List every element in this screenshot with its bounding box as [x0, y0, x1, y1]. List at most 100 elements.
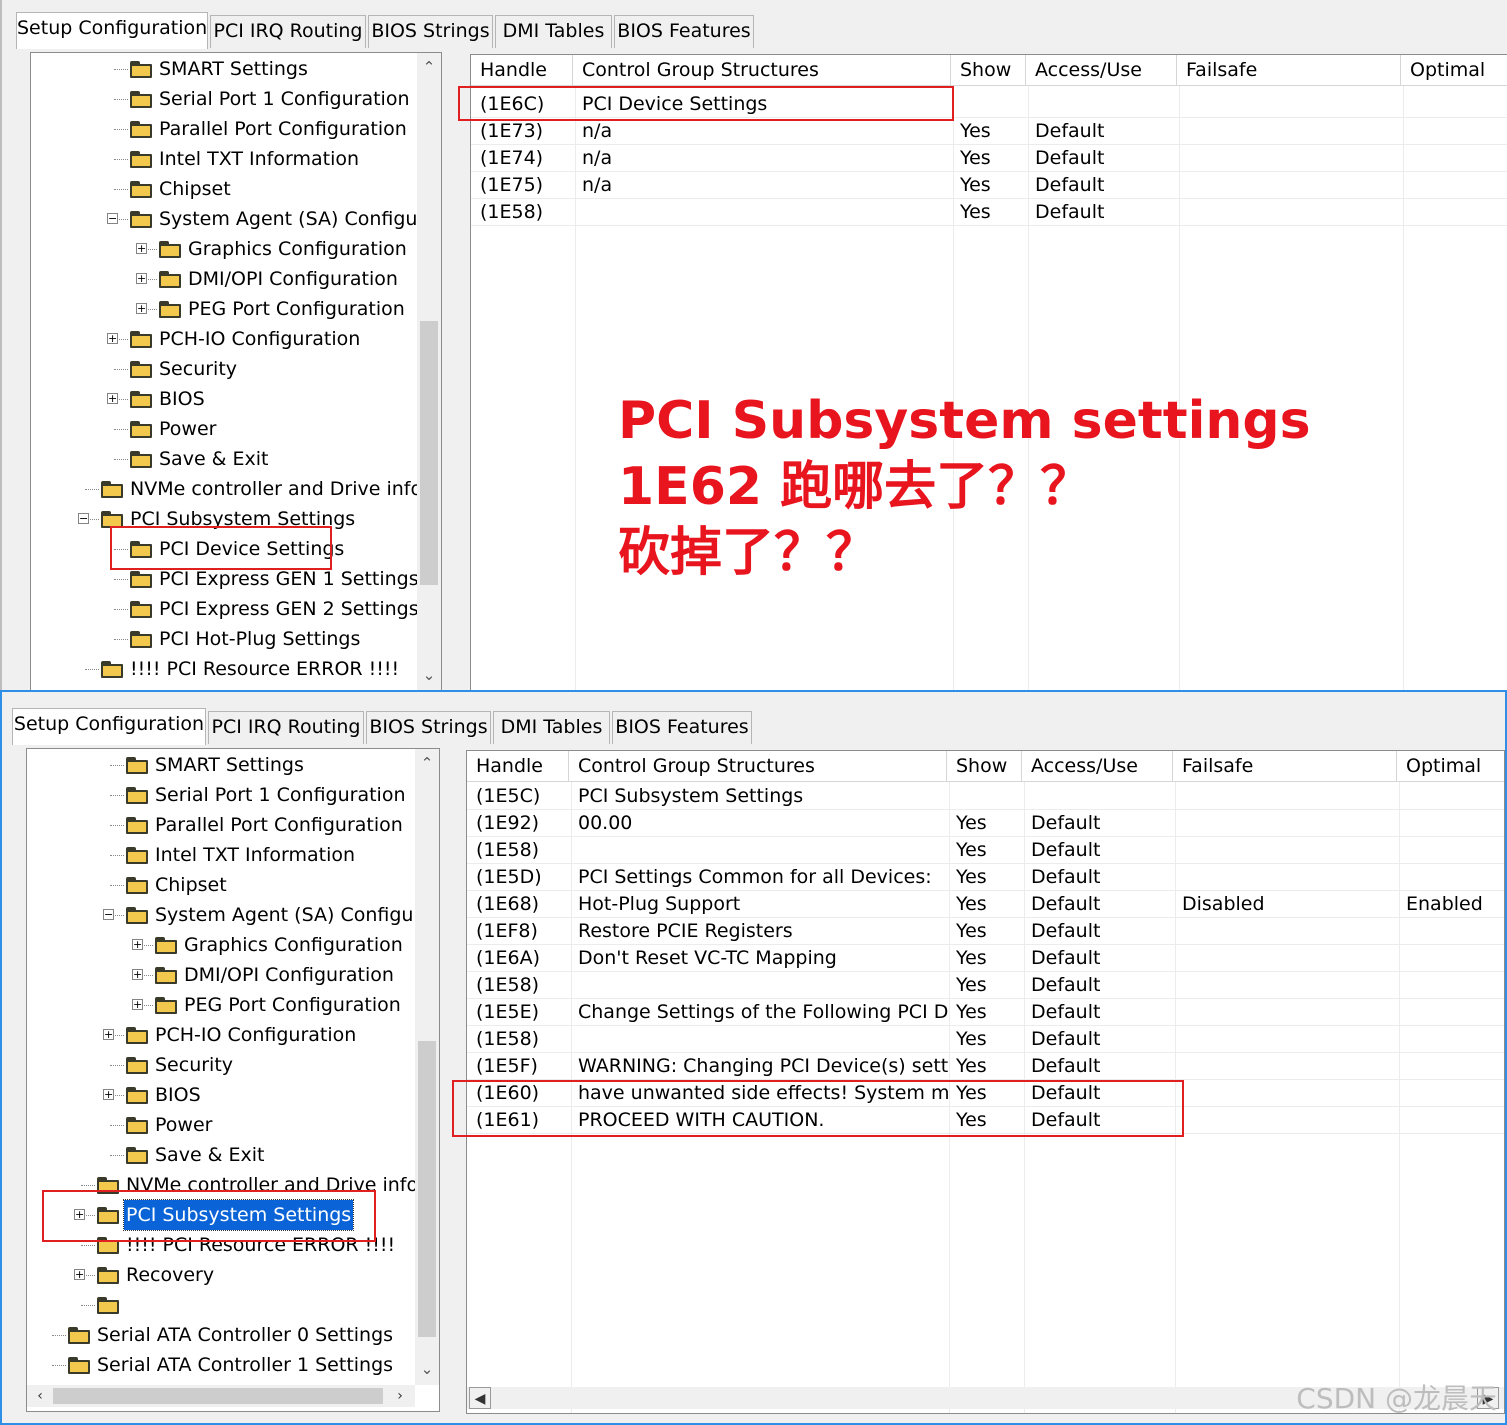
bottom-tree-scroll-thumb[interactable] — [418, 1041, 436, 1337]
tree-item[interactable]: Intel TXT Information — [31, 144, 417, 174]
tree-item[interactable]: + DMI/OPI Configuration — [27, 960, 413, 990]
scroll-up-icon[interactable]: ⌃ — [417, 55, 441, 79]
tree-item[interactable]: Chipset — [27, 870, 413, 900]
tab-pci-irq-routing[interactable]: PCI IRQ Routing — [208, 711, 364, 744]
tree-item[interactable]: + PCH-IO Configuration — [31, 324, 417, 354]
tab-dmi-tables[interactable]: DMI Tables — [493, 711, 610, 744]
tree-item[interactable]: Security — [31, 354, 417, 384]
tree-item[interactable]: − System Agent (SA) Configuration — [31, 204, 441, 234]
collapse-minus-icon[interactable]: − — [78, 513, 89, 524]
tree-item[interactable]: SMART Settings — [31, 54, 417, 84]
column-header-failsafe[interactable]: Failsafe — [1177, 55, 1401, 86]
tree-item[interactable] — [27, 1290, 413, 1320]
table-row[interactable]: (1E60) have unwanted side effects! System… — [467, 1080, 1504, 1107]
column-header-optimal[interactable]: Optimal — [1397, 751, 1504, 782]
tree-item[interactable]: PCI Express GEN 2 Settings — [31, 594, 419, 624]
tab-bios-features[interactable]: BIOS Features — [612, 711, 752, 744]
column-header-access-use[interactable]: Access/Use — [1022, 751, 1173, 782]
tree-item[interactable]: + BIOS — [27, 1080, 413, 1110]
expand-plus-icon[interactable]: + — [136, 303, 147, 314]
tree-item[interactable]: Serial Port 1 Configuration — [31, 84, 417, 114]
tree-item[interactable]: PCI Hot-Plug Settings — [31, 624, 417, 654]
tree-item[interactable]: Power — [31, 414, 417, 444]
tree-item[interactable]: + PCI Subsystem Settings — [27, 1199, 413, 1231]
tree-item[interactable]: + BIOS — [31, 384, 417, 414]
tree-item[interactable]: + Graphics Configuration — [27, 930, 413, 960]
scroll-left-icon[interactable]: ◀ — [469, 1387, 491, 1409]
expand-plus-icon[interactable]: + — [132, 969, 143, 980]
bottom-data-grid[interactable]: Handle Control Group Structures Show Access… — [466, 750, 1505, 1414]
column-header-failsafe[interactable]: Failsafe — [1173, 751, 1397, 782]
tree-item[interactable]: NVMe controller and Drive information — [31, 474, 441, 504]
scroll-down-icon[interactable]: ⌄ — [417, 663, 441, 687]
collapse-minus-icon[interactable]: − — [107, 213, 118, 224]
tree-item[interactable]: Parallel Port Configuration — [27, 810, 413, 840]
table-row[interactable]: (1E5D) PCI Settings Common for all Device… — [467, 864, 1504, 891]
tree-item[interactable]: + PEG Port Configuration — [27, 990, 413, 1020]
tree-item[interactable]: Power — [27, 1110, 413, 1140]
scroll-right-icon[interactable]: › — [389, 1385, 411, 1407]
scroll-up-icon[interactable]: ⌃ — [415, 751, 439, 775]
column-header-access-use[interactable]: Access/Use — [1026, 55, 1177, 86]
tree-item[interactable]: Security — [27, 1050, 413, 1080]
tree-item[interactable]: !!!! PCI Resource ERROR !!!! — [27, 1230, 413, 1260]
tree-item[interactable]: !!!! PCI Resource ERROR !!!! — [31, 654, 417, 684]
tree-item[interactable]: + Graphics Configuration — [31, 234, 417, 264]
top-setup-tree[interactable]: SMART Settings Serial Port 1 Configuratio… — [30, 52, 442, 690]
column-header-show[interactable]: Show — [951, 55, 1026, 86]
table-row[interactable]: (1E58) Yes Default — [467, 1026, 1504, 1053]
table-row[interactable]: (1EF8) Restore PCIE Registers Yes Default — [467, 918, 1504, 945]
expand-plus-icon[interactable]: + — [103, 1089, 114, 1100]
table-row[interactable]: (1E5F) WARNING: Changing PCI Device(s) se… — [467, 1053, 1504, 1080]
expand-plus-icon[interactable]: + — [103, 1029, 114, 1040]
bottom-tree-vscrollbar[interactable]: ⌃ ⌄ — [415, 749, 439, 1385]
tree-item[interactable]: PCI Device Settings — [31, 534, 417, 564]
expand-plus-icon[interactable]: + — [107, 333, 118, 344]
expand-plus-icon[interactable]: + — [74, 1209, 85, 1220]
expand-plus-icon[interactable]: + — [132, 939, 143, 950]
tab-setup-configuration[interactable]: Setup Configuration — [16, 12, 208, 49]
bottom-tree-hscroll-thumb[interactable] — [53, 1388, 383, 1404]
table-row[interactable]: (1E58) Yes Default — [471, 199, 1507, 226]
tree-item[interactable]: Serial ATA Controller 1 Settings — [27, 1350, 413, 1380]
tab-bios-strings[interactable]: BIOS Strings — [368, 15, 493, 48]
column-header-control-group[interactable]: Control Group Structures — [569, 751, 947, 782]
expand-plus-icon[interactable]: + — [132, 999, 143, 1010]
table-row[interactable]: (1E58) Yes Default — [467, 972, 1504, 999]
tree-item[interactable]: Chipset — [31, 174, 417, 204]
tree-item[interactable]: SMART Settings — [27, 750, 413, 780]
tab-pci-irq-routing[interactable]: PCI IRQ Routing — [210, 15, 366, 48]
top-tree-scroll-thumb[interactable] — [420, 321, 438, 585]
tree-item[interactable]: NVMe controller and Drive information — [27, 1170, 439, 1200]
tree-item[interactable]: + PCH-IO Configuration — [27, 1020, 413, 1050]
tree-item[interactable]: Parallel Port Configuration — [31, 114, 417, 144]
expand-plus-icon[interactable]: + — [136, 273, 147, 284]
tree-item[interactable]: Save & Exit — [27, 1140, 413, 1170]
column-header-show[interactable]: Show — [947, 751, 1022, 782]
table-row[interactable]: (1E6A) Don't Reset VC-TC Mapping Yes Defaul… — [467, 945, 1504, 972]
tree-item[interactable]: − System Agent (SA) Configuration — [27, 900, 439, 930]
tree-item[interactable]: + Recovery — [27, 1260, 413, 1290]
bottom-tree-hscrollbar[interactable]: ‹ › — [27, 1385, 415, 1407]
table-row[interactable]: (1E5C) PCI Subsystem Settings — [467, 783, 1504, 810]
column-header-handle[interactable]: Handle — [467, 751, 569, 782]
tree-item[interactable]: Intel TXT Information — [27, 840, 413, 870]
tab-dmi-tables[interactable]: DMI Tables — [495, 15, 612, 48]
tree-item[interactable]: PCI Express GEN 1 Settings — [31, 564, 419, 594]
table-row[interactable]: (1E58) Yes Default — [467, 837, 1504, 864]
expand-plus-icon[interactable]: + — [107, 393, 118, 404]
column-header-optimal[interactable]: Optimal — [1401, 55, 1507, 86]
expand-plus-icon[interactable]: + — [74, 1269, 85, 1280]
tree-item[interactable]: Serial ATA Controller 0 Settings — [27, 1320, 413, 1350]
bottom-setup-tree[interactable]: SMART Settings Serial Port 1 Configuratio… — [26, 748, 440, 1412]
table-row[interactable]: (1E5E) Change Settings of the Following P… — [467, 999, 1504, 1026]
scroll-left-icon[interactable]: ‹ — [29, 1385, 51, 1407]
table-row[interactable]: (1E92) 00.00 Yes Default — [467, 810, 1504, 837]
tab-bios-features[interactable]: BIOS Features — [614, 15, 754, 48]
column-header-control-group[interactable]: Control Group Structures — [573, 55, 951, 86]
tree-item[interactable]: − PCI Subsystem Settings — [31, 504, 417, 534]
top-tree-vscrollbar[interactable]: ⌃ ⌄ — [417, 53, 441, 690]
scroll-down-icon[interactable]: ⌄ — [415, 1357, 439, 1381]
tab-bios-strings[interactable]: BIOS Strings — [366, 711, 491, 744]
table-row[interactable]: (1E68) Hot-Plug Support Yes Default Disabled… — [467, 891, 1504, 918]
